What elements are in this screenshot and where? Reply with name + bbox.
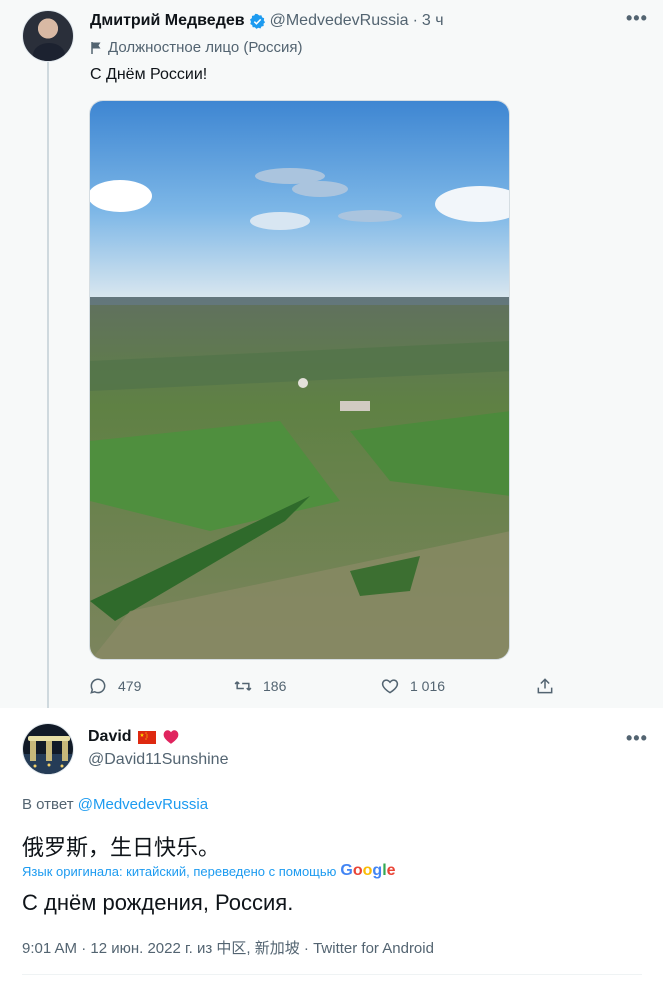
- like-count: 1 016: [410, 678, 446, 694]
- thread-connector-line: [47, 62, 49, 722]
- more-options-icon[interactable]: •••: [626, 8, 648, 29]
- tweet-text: С Днём России!: [90, 66, 208, 83]
- author-handle[interactable]: @MedvedevRussia: [270, 12, 409, 30]
- author-name[interactable]: Дмитрий Медведев: [90, 12, 245, 30]
- heart-icon: [381, 679, 399, 694]
- author-name[interactable]: David: [88, 728, 132, 746]
- reply-count: 479: [118, 678, 142, 694]
- avatar[interactable]: [22, 10, 74, 62]
- reply-icon: [90, 678, 106, 694]
- account-label: Должностное лицо (Россия): [90, 39, 303, 56]
- translation-note-text: Язык оригинала: китайский, переведено с …: [22, 863, 337, 879]
- more-options-icon[interactable]: •••: [626, 728, 648, 749]
- tweet-photo[interactable]: [89, 100, 510, 660]
- government-flag-icon: [90, 41, 102, 55]
- avatar[interactable]: [22, 723, 74, 775]
- translation-note[interactable]: Язык оригинала: китайский, переведено с …: [22, 862, 396, 880]
- retweet-action[interactable]: 186: [233, 676, 286, 696]
- tweet-time[interactable]: 3 ч: [422, 12, 444, 30]
- separator-dot: ·: [412, 12, 418, 29]
- share-icon: [537, 678, 553, 694]
- divider: [22, 974, 642, 975]
- like-action[interactable]: 1 016: [380, 676, 445, 696]
- parent-tweet[interactable]: Дмитрий Медведев @MedvedevRussia · 3 ч •…: [0, 0, 663, 722]
- verified-badge-icon: [249, 13, 266, 30]
- author-handle[interactable]: @David11Sunshine: [88, 751, 228, 769]
- reply-author-header: David: [88, 728, 180, 746]
- original-tweet-text: 俄罗斯，生日快乐。: [22, 835, 221, 860]
- account-label-text: Должностное лицо (Россия): [108, 39, 303, 56]
- google-logo: Google: [340, 862, 396, 879]
- tweet-meta[interactable]: 9:01 AM · 12 июн. 2022 г. из 中区, 新加坡 · T…: [22, 937, 434, 958]
- reply-context: В ответ @MedvedevRussia: [22, 796, 208, 813]
- tweet-actions: 479 186 1 016: [88, 676, 558, 700]
- share-action[interactable]: [535, 676, 555, 696]
- reply-action[interactable]: 479: [88, 676, 141, 696]
- china-flag-icon: [137, 730, 156, 744]
- translated-tweet-text: С днём рождения, Россия.: [22, 890, 294, 915]
- retweet-icon: [234, 681, 252, 691]
- retweet-count: 186: [263, 678, 287, 694]
- reply-tweet[interactable]: David @David11Sunshine ••• В ответ @Medv…: [0, 708, 663, 986]
- tweet-header: Дмитрий Медведев @MedvedevRussia · 3 ч: [90, 12, 444, 30]
- reply-mention-link[interactable]: @MedvedevRussia: [78, 796, 208, 813]
- red-heart-icon: [162, 728, 180, 746]
- reply-prefix: В ответ: [22, 796, 74, 813]
